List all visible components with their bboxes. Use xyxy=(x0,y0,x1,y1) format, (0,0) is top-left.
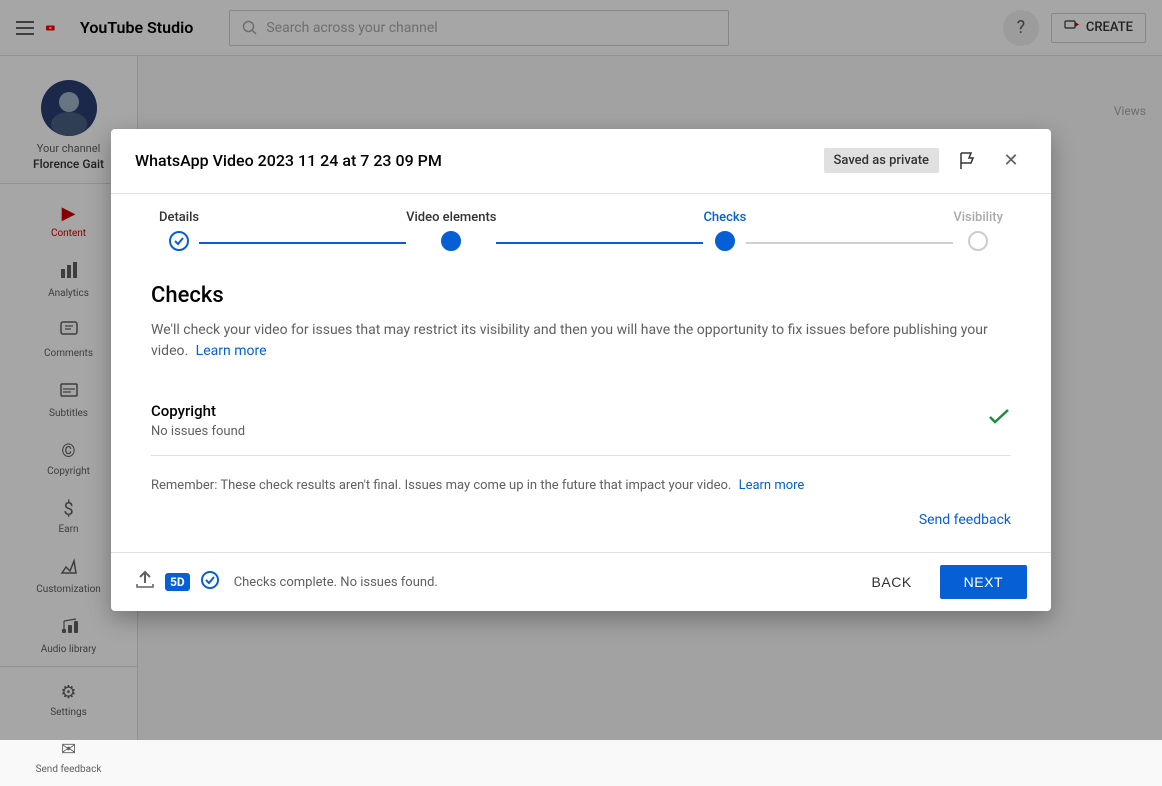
step-visibility-dot xyxy=(968,231,988,251)
upload-modal: WhatsApp Video 2023 11 24 at 7 23 09 PM … xyxy=(111,129,1051,612)
checks-description: We'll check your video for issues that m… xyxy=(151,320,1011,362)
check-name: Copyright xyxy=(151,402,971,420)
step-visibility: Visibility xyxy=(953,210,1003,251)
sidebar-item-label: Send feedback xyxy=(36,764,102,775)
learn-more-reminder-link[interactable]: Learn more xyxy=(739,478,805,493)
modal-footer: 5D Checks complete. No issues found. BAC… xyxy=(111,552,1051,611)
upload-icon xyxy=(135,570,155,595)
learn-more-link[interactable]: Learn more xyxy=(196,343,267,359)
modal-backdrop: WhatsApp Video 2023 11 24 at 7 23 09 PM … xyxy=(0,0,1162,740)
quality-badge: 5D xyxy=(165,573,190,591)
connector-3 xyxy=(746,242,953,244)
step-checks: Checks xyxy=(703,210,746,251)
step-video-elements-dot xyxy=(441,231,461,251)
modal-body: Checks We'll check your video for issues… xyxy=(111,259,1051,553)
back-button[interactable]: BACK xyxy=(856,566,928,598)
step-details-label: Details xyxy=(159,210,199,225)
footer-status: Checks complete. No issues found. xyxy=(234,575,438,590)
send-feedback-icon: ✉ xyxy=(61,739,76,760)
step-video-elements-label: Video elements xyxy=(406,210,496,225)
footer-left: 5D Checks complete. No issues found. xyxy=(135,570,438,595)
step-details-dot xyxy=(169,231,189,251)
send-feedback-link[interactable]: Send feedback xyxy=(151,512,1011,528)
check-info: Copyright No issues found xyxy=(151,402,971,439)
step-visibility-label: Visibility xyxy=(953,210,1003,225)
modal-header: WhatsApp Video 2023 11 24 at 7 23 09 PM … xyxy=(111,129,1051,194)
step-details: Details xyxy=(159,210,199,251)
saved-badge: Saved as private xyxy=(824,148,939,173)
check-status: No issues found xyxy=(151,424,971,439)
connector-1 xyxy=(199,242,406,244)
close-icon[interactable]: ✕ xyxy=(995,145,1027,177)
flag-icon[interactable] xyxy=(951,145,983,177)
footer-right: BACK NEXT xyxy=(856,565,1027,599)
next-button[interactable]: NEXT xyxy=(940,565,1027,599)
connector-2 xyxy=(496,242,703,244)
check-result-icon xyxy=(987,404,1011,434)
step-checks-dot xyxy=(715,231,735,251)
copyright-check: Copyright No issues found xyxy=(151,386,1011,456)
modal-title: WhatsApp Video 2023 11 24 at 7 23 09 PM xyxy=(135,151,812,170)
step-video-elements: Video elements xyxy=(406,210,496,251)
step-checks-label: Checks xyxy=(703,210,746,225)
checks-title: Checks xyxy=(151,283,1011,308)
footer-check-icon xyxy=(200,570,220,595)
reminder-text: Remember: These check results aren't fin… xyxy=(151,476,1011,497)
stepper: Details Video elements Checks Visibi xyxy=(111,194,1051,259)
